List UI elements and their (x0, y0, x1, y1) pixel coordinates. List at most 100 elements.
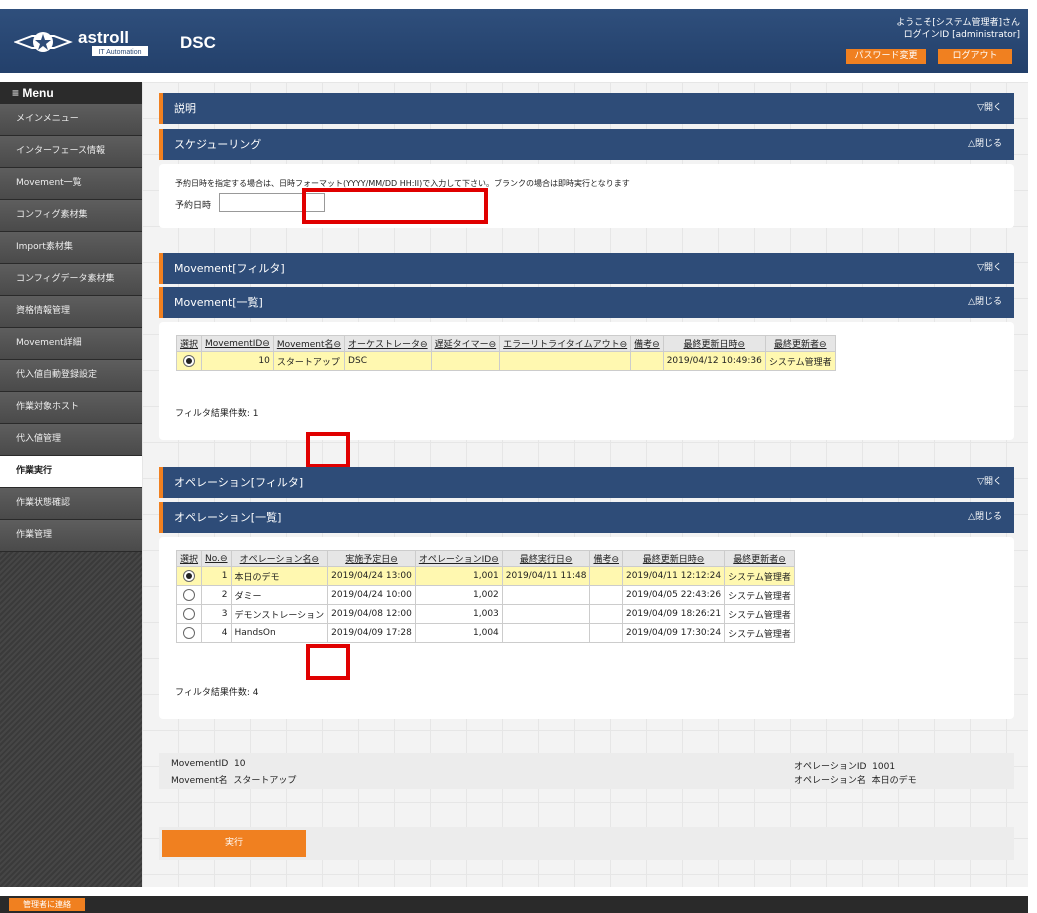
table-row[interactable]: 10 スタートアップ DSC 2019/04/12 10:49:36 システム管理者 (175, 351, 836, 371)
section-op-filter-bar[interactable]: オペレーション[フィルタ] ▽開く (159, 467, 1014, 498)
select-radio[interactable] (183, 589, 195, 601)
select-radio[interactable] (183, 570, 195, 582)
table-cell[interactable] (175, 566, 203, 586)
main-content: 説明 ▽開く スケジューリング △閉じる 予約日時を指定する場合は、日時フォーマット… (142, 82, 1028, 913)
table-cell[interactable] (175, 623, 203, 643)
column-header[interactable]: MovementID⊖ (201, 335, 274, 352)
section-mv-filter-bar[interactable]: Movement[フィルタ] ▽開く (159, 253, 1014, 284)
section-desc-bar[interactable]: 説明 ▽開く (159, 93, 1014, 124)
section-schedule-bar[interactable]: スケジューリング △閉じる (159, 129, 1014, 160)
select-radio[interactable] (183, 608, 195, 620)
table-cell[interactable] (175, 351, 203, 371)
menu-item[interactable]: コンフィグデータ素材集 (0, 264, 142, 296)
menu-item[interactable]: 作業対象ホスト (0, 392, 142, 424)
column-header[interactable]: Movement名⊖ (272, 335, 346, 352)
menu-list: メインメニュー インターフェース情報 Movement一覧 コンフィグ素材集 Impor… (0, 104, 142, 552)
column-header[interactable]: No.⊖ (201, 550, 232, 567)
expand-toggle[interactable]: ▽開く (977, 253, 1002, 284)
highlight-box (306, 432, 350, 468)
menu-item[interactable]: 資格情報管理 (0, 296, 142, 328)
table-cell (589, 566, 623, 586)
select-radio[interactable] (183, 355, 195, 367)
menu-item[interactable]: Movement一覧 (0, 168, 142, 200)
column-header[interactable]: 実施予定日⊖ (327, 550, 416, 567)
collapse-toggle[interactable]: △閉じる (968, 287, 1002, 318)
table-cell: 2019/04/12 10:49:36 (662, 351, 766, 371)
table-cell: 2019/04/11 11:48 (501, 566, 591, 586)
table-cell: 2019/04/09 17:28 (327, 623, 416, 643)
label: オペレーション名 (794, 776, 866, 786)
menu-item[interactable]: 代入値自動登録設定 (0, 360, 142, 392)
menu-item[interactable]: メインメニュー (0, 104, 142, 136)
value: 1001 (872, 762, 896, 772)
summary-operation-name: オペレーション名 本日のデモ (794, 773, 917, 786)
menu-item[interactable]: インターフェース情報 (0, 136, 142, 168)
footer: 管理者に連絡 (0, 896, 1028, 913)
column-header[interactable]: 最終更新日時⊖ (621, 550, 726, 567)
summary-movement-id: MovementID 10 (171, 759, 245, 769)
menu-item[interactable]: Import素材集 (0, 232, 142, 264)
table-cell: 2019/04/08 12:00 (327, 604, 416, 624)
column-header[interactable]: オーケストレータ⊖ (344, 335, 432, 352)
expand-toggle[interactable]: ▽開く (977, 93, 1002, 124)
label: MovementID (171, 759, 229, 769)
table-cell: システム管理者 (764, 351, 836, 371)
column-header[interactable]: 最終更新日時⊖ (662, 335, 766, 352)
contact-admin-button[interactable]: 管理者に連絡 (9, 898, 85, 911)
expand-toggle[interactable]: ▽開く (977, 467, 1002, 498)
menu-item[interactable]: Movement詳細 (0, 328, 142, 360)
table-cell: HandsOn (230, 623, 329, 643)
table-row[interactable]: 3 デモンストレーション 2019/04/08 12:00 1,003 2019/04/… (175, 604, 795, 624)
table-cell: 2019/04/11 12:12:24 (621, 566, 726, 586)
menu-item[interactable]: 作業管理 (0, 520, 142, 552)
execute-button[interactable]: 実行 (162, 830, 306, 857)
table-cell (630, 351, 664, 371)
column-header[interactable]: 最終更新者⊖ (724, 550, 795, 567)
password-change-button[interactable]: パスワード変更 (846, 49, 926, 64)
login-id-text: ログインID [administrator] (903, 30, 1020, 40)
table-cell (589, 623, 623, 643)
table-cell: システム管理者 (724, 585, 795, 605)
page-title: DSC (180, 33, 216, 52)
logout-button[interactable]: ログアウト (938, 49, 1012, 64)
table-cell: デモンストレーション (230, 604, 329, 624)
table-cell: 2019/04/09 17:30:24 (621, 623, 726, 643)
collapse-toggle[interactable]: △閉じる (968, 502, 1002, 533)
column-header[interactable]: エラーリトライタイムアウト⊖ (499, 335, 632, 352)
column-header[interactable]: 最終更新者⊖ (764, 335, 836, 352)
column-header[interactable]: 選択 (175, 550, 203, 567)
menu-item[interactable]: 作業実行 (0, 456, 142, 488)
table-cell: 2019/04/24 10:00 (327, 585, 416, 605)
table-cell (501, 623, 591, 643)
table-cell: 1,004 (414, 623, 503, 643)
column-header[interactable]: オペレーション名⊖ (230, 550, 329, 567)
table-row[interactable]: 4 HandsOn 2019/04/09 17:28 1,004 2019/04/09 … (175, 623, 795, 643)
table-cell: 1,003 (414, 604, 503, 624)
table-row[interactable]: 1 本日のデモ 2019/04/24 13:00 1,001 2019/04/11 11… (175, 566, 795, 586)
operation-table: 選択 No.⊖ オペレーション名⊖ 実施予定日⊖ オペレーションID⊖ 最終実行日⊖ 備考⊖… (175, 550, 795, 643)
column-header[interactable]: 選択 (175, 335, 203, 352)
operation-result-count: フィルタ結果件数: 4 (175, 688, 259, 698)
menu-item[interactable]: 代入値管理 (0, 424, 142, 456)
table-row[interactable]: 2 ダミー 2019/04/24 10:00 1,002 2019/04/05 22:4… (175, 585, 795, 605)
column-header[interactable]: 備考⊖ (630, 335, 664, 352)
select-radio[interactable] (183, 627, 195, 639)
table-cell: 2019/04/24 13:00 (327, 566, 416, 586)
table-cell[interactable] (175, 604, 203, 624)
table-cell: システム管理者 (724, 623, 795, 643)
column-header[interactable]: オペレーションID⊖ (414, 550, 503, 567)
operation-list-panel: 選択 No.⊖ オペレーション名⊖ 実施予定日⊖ オペレーションID⊖ 最終実行日⊖ 備考⊖… (159, 537, 1014, 719)
section-op-list-bar[interactable]: オペレーション[一覧] △閉じる (159, 502, 1014, 533)
column-header[interactable]: 最終実行日⊖ (501, 550, 591, 567)
menu-item[interactable]: 作業状態確認 (0, 488, 142, 520)
menu-item[interactable]: コンフィグ素材集 (0, 200, 142, 232)
section-mv-list-bar[interactable]: Movement[一覧] △閉じる (159, 287, 1014, 318)
table-cell: 1,002 (414, 585, 503, 605)
column-header[interactable]: 遅延タイマー⊖ (430, 335, 501, 352)
collapse-toggle[interactable]: △閉じる (968, 129, 1002, 160)
table-cell[interactable] (175, 585, 203, 605)
table-cell (501, 604, 591, 624)
svg-text:IT Automation: IT Automation (98, 49, 141, 56)
column-header[interactable]: 備考⊖ (589, 550, 623, 567)
table-cell: 2019/04/05 22:43:26 (621, 585, 726, 605)
